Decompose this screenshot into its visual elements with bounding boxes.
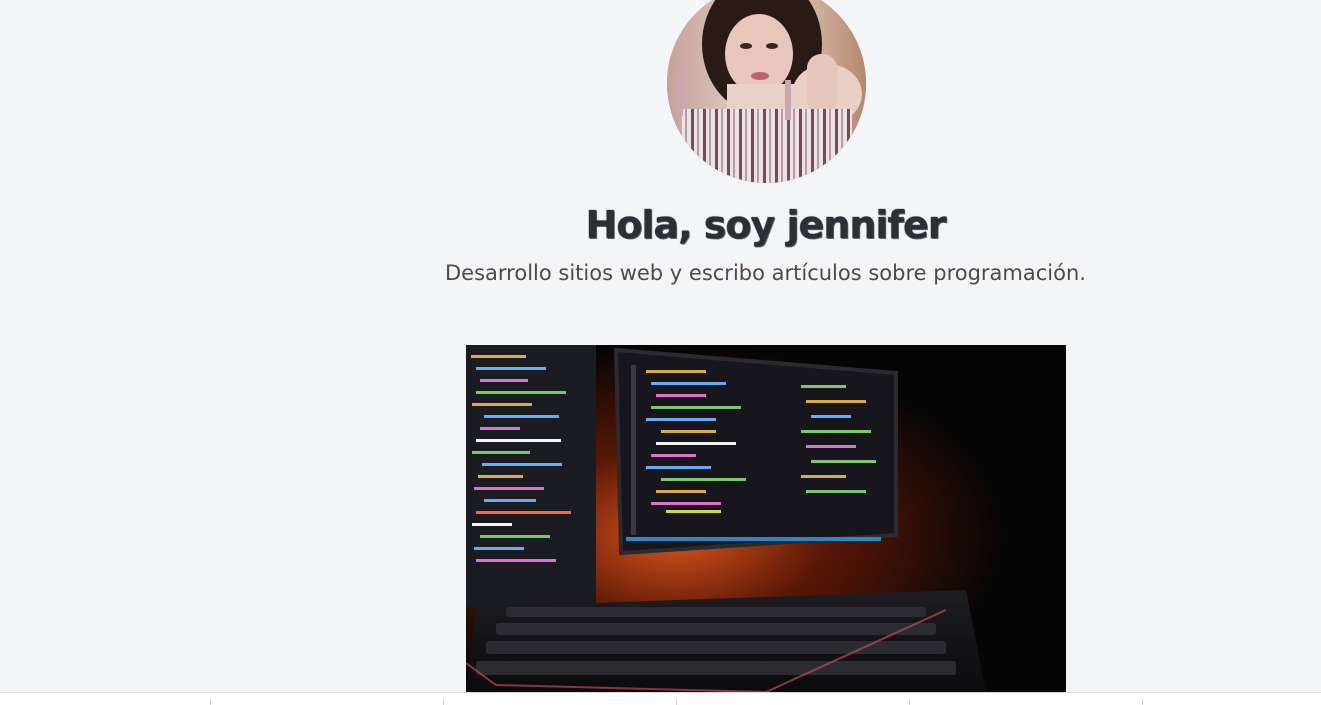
divider-tick [443, 699, 444, 705]
page-title: Hola, soy jennifer [585, 203, 947, 247]
divider-tick [210, 699, 211, 705]
bottom-divider [0, 692, 1321, 705]
profile-avatar [667, 0, 866, 183]
divider-tick [909, 699, 910, 705]
page-tagline: Desarrollo sitios web y escribo artículo… [445, 261, 1086, 285]
divider-tick [1142, 699, 1143, 705]
page: Hola, soy jennifer Desarrollo sitios web… [0, 0, 1321, 705]
hero-image [466, 345, 1066, 692]
divider-tick [676, 699, 677, 705]
